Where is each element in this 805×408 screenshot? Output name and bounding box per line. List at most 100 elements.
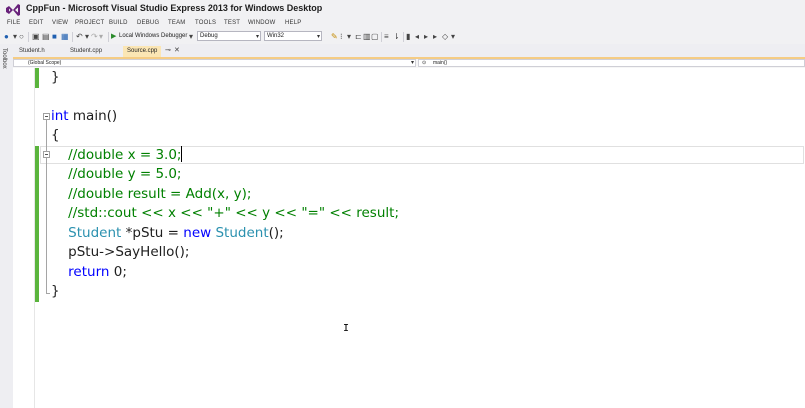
clear-bookmarks-icon[interactable]: ◇ [442,32,448,41]
member-select[interactable]: ⊙ main() [418,59,805,67]
code-token: main() [68,108,118,124]
selection-margin[interactable] [13,68,35,408]
code-line[interactable]: //std::cout << x << "+" << y << "=" << r… [51,204,399,223]
code-line[interactable]: //double y = 5.0; [51,165,181,184]
menu-project[interactable]: PROJECT [75,20,104,26]
tab-student-cpp[interactable]: Student.cpp [70,46,102,57]
code-editor[interactable]: } int main(){ //double x = 3.0; //double … [13,68,805,408]
new-project-icon[interactable]: ▣ [32,32,40,41]
code-line[interactable]: Student *pStu = new Student(); [51,224,284,243]
title-bar: CppFun - Microsoft Visual Studio Express… [0,0,805,19]
menu-edit[interactable]: EDIT [29,20,43,26]
code-token: return [68,264,110,280]
code-token: Student [68,225,122,241]
saved-change-bar [35,68,39,88]
code-token: pStu->SayHello(); [51,244,190,260]
menu-bar: FILE EDIT VIEW PROJECT BUILD DEBUG TEAM … [0,19,805,30]
menu-view[interactable]: VIEW [52,20,68,26]
toolbar-separator [403,32,404,42]
local-windows-debugger-button[interactable]: Local Windows Debugger [119,33,187,39]
text-caret [181,146,183,162]
code-token: { [51,127,60,143]
window-title: CppFun - Microsoft Visual Studio Express… [26,3,323,13]
dropdown-arrow-icon[interactable]: ▾ [13,32,17,41]
solution-explorer-icon[interactable]: ⊏ [355,32,362,41]
pin-tab-icon[interactable]: ⊸ [165,46,171,54]
next-bookmark-in-folder-icon[interactable]: ▸ [433,32,437,41]
solution-configuration-select[interactable]: Debug ▾ [197,31,261,41]
toolbar-options-icon[interactable]: ⁝ [340,32,343,41]
code-line[interactable]: //double result = Add(x, y); [51,185,251,204]
menu-window[interactable]: WINDOW [248,20,276,26]
properties-icon[interactable]: ▥ [363,32,371,41]
toggle-bookmark-icon[interactable]: ▮ [406,32,410,41]
menu-team[interactable]: TEAM [168,20,185,26]
toolbar-separator [28,32,29,42]
redo-icon[interactable]: ↷ [91,32,98,41]
text-cursor-ibeam-icon: I [343,323,350,334]
outline-guide-end [46,293,50,294]
menu-file[interactable]: FILE [7,20,20,26]
code-line[interactable]: pStu->SayHello(); [51,243,189,262]
toolbar-separator [72,32,73,42]
code-line[interactable]: //double x = 3.0; [51,146,183,165]
code-token: //double x = 3.0; [51,147,182,163]
menu-build[interactable]: BUILD [109,20,128,26]
comment-lines-icon[interactable]: ≡ [384,32,389,41]
code-token: //double y = 5.0; [51,166,182,182]
solution-platform-select[interactable]: Win32 ▾ [264,31,322,41]
dropdown-arrow-icon[interactable]: ▾ [99,32,103,41]
code-token: } [51,283,60,299]
close-tab-icon[interactable]: ✕ [174,46,180,54]
toolbar-separator [381,32,382,42]
toolbar-overflow-icon[interactable]: ▾ [451,32,455,41]
save-all-icon[interactable]: ▦ [61,32,69,41]
code-token: 0; [109,264,127,280]
open-file-icon[interactable]: ▤ [42,32,50,41]
scope-select[interactable]: (Global Scope) ▾ [13,59,416,67]
code-line[interactable]: } [51,282,60,301]
undo-icon[interactable]: ↶ [76,32,83,41]
dropdown-arrow-icon[interactable]: ▾ [85,32,89,41]
standard-toolbar: ● ▾ ○ ▣ ▤ ■ ▦ ↶ ▾ ↷ ▾ ▶ Local Windows De… [0,30,805,44]
code-token: //double result = Add(x, y); [51,186,252,202]
back-navigation-icon[interactable]: ● [4,32,9,41]
code-line[interactable]: { [51,126,60,145]
save-icon[interactable]: ■ [52,32,57,41]
code-line[interactable]: } [51,68,60,87]
menu-test[interactable]: TEST [224,20,240,26]
collapse-outline-icon[interactable] [43,113,50,120]
uncomment-lines-icon[interactable]: ⇂ [393,32,400,41]
next-bookmark-icon[interactable]: ▸ [424,32,428,41]
vs-window: CppFun - Microsoft Visual Studio Express… [0,0,805,408]
code-line[interactable]: return 0; [51,263,127,282]
toolbox-sidebar[interactable] [0,44,14,408]
code-token: *pStu = [121,225,184,241]
saved-change-bar [35,146,39,302]
previous-bookmark-icon[interactable]: ◂ [415,32,419,41]
collapse-outline-icon[interactable] [43,151,50,158]
toolbox-tab-label[interactable]: Toolbox [1,48,7,69]
document-tab-strip: Student.h Student.cpp Source.cpp ⊸ ✕ [13,44,805,59]
dropdown-arrow-icon[interactable]: ▾ [189,32,193,41]
method-icon: ⊙ [422,60,427,66]
forward-navigation-icon[interactable]: ○ [19,32,24,41]
start-debugging-icon[interactable]: ▶ [111,32,116,41]
menu-debug[interactable]: DEBUG [137,20,159,26]
navigation-bar: (Global Scope) ▾ ⊙ main() [13,59,805,68]
code-line[interactable]: int main() [51,107,117,126]
tab-student-h[interactable]: Student.h [19,46,45,57]
dropdown-arrow-icon[interactable]: ▾ [347,32,351,41]
find-in-files-icon[interactable]: ✎ [331,32,338,41]
chevron-down-icon: ▾ [255,34,259,40]
toolbox-icon[interactable]: ▢ [371,32,379,41]
toolbar-separator [108,32,109,42]
menu-tools[interactable]: TOOLS [195,20,216,26]
chevron-down-icon: ▾ [410,60,414,66]
menu-help[interactable]: HELP [285,20,301,26]
tab-source-cpp[interactable]: Source.cpp [123,46,162,57]
visual-studio-logo-icon [6,4,20,16]
code-token: } [51,69,60,85]
